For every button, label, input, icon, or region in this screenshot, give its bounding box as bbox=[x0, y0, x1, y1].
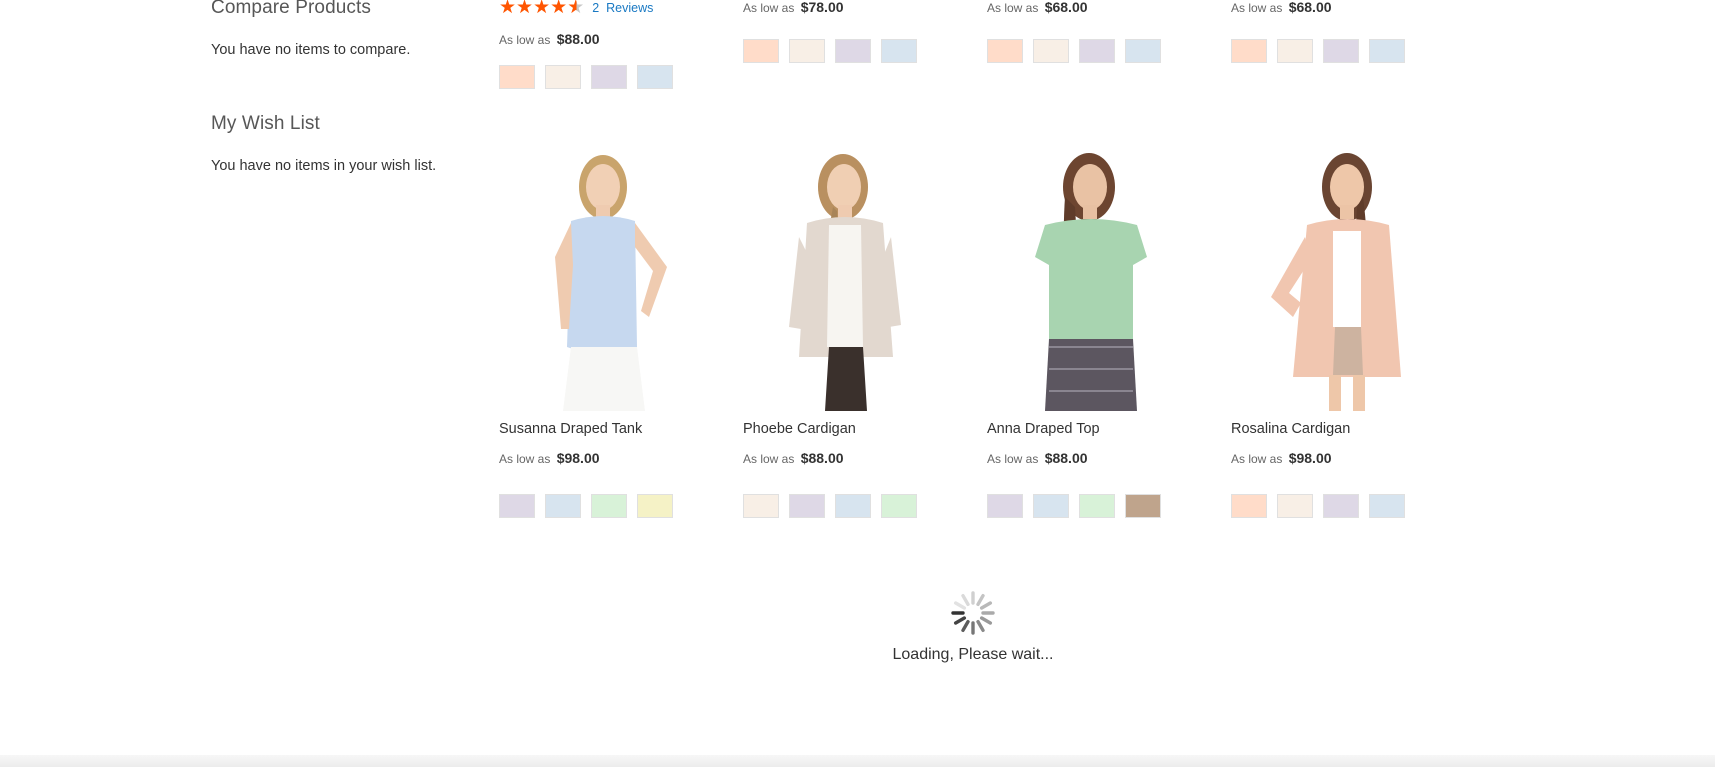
swatch-list bbox=[1231, 39, 1405, 63]
price-box: As low as $68.00 bbox=[1231, 0, 1405, 15]
color-swatch[interactable] bbox=[637, 494, 673, 518]
loading-message: Loading, Please wait... bbox=[892, 646, 1054, 663]
color-swatch[interactable] bbox=[789, 494, 825, 518]
rating-stars-icon: ★ ★ ★ ★ ★ bbox=[499, 0, 585, 18]
swatch-list bbox=[743, 494, 917, 518]
price-amount: $88.00 bbox=[800, 450, 844, 466]
price-box: As low as $98.00 bbox=[1231, 450, 1332, 466]
reviews-label: Reviews bbox=[606, 1, 654, 15]
product-name-link[interactable]: Phoebe Cardigan bbox=[743, 421, 856, 437]
spinner-icon bbox=[951, 591, 995, 635]
price-amount: $78.00 bbox=[800, 0, 844, 15]
product-card: Anna Draped Top As low as $88.00 bbox=[987, 147, 1192, 518]
color-swatch[interactable] bbox=[1323, 494, 1359, 518]
price-amount: $68.00 bbox=[1044, 0, 1088, 15]
price-box: As low as $88.00 bbox=[499, 31, 673, 47]
product-card: Rosalina Cardigan As low as $98.00 bbox=[1231, 147, 1436, 518]
product-name-link[interactable]: Rosalina Cardigan bbox=[1231, 421, 1350, 437]
page-footer-edge bbox=[0, 755, 1715, 767]
color-swatch[interactable] bbox=[835, 494, 871, 518]
product-image-link[interactable] bbox=[743, 147, 948, 411]
color-swatch[interactable] bbox=[591, 65, 627, 89]
price-box: As low as $98.00 bbox=[499, 450, 600, 466]
product-photo-anna bbox=[987, 147, 1192, 411]
reviews-link[interactable]: 2 Reviews bbox=[592, 1, 653, 15]
color-swatch[interactable] bbox=[499, 494, 535, 518]
price-amount: $98.00 bbox=[556, 450, 600, 466]
top-product-3: As low as $68.00 bbox=[987, 0, 1161, 63]
color-swatch[interactable] bbox=[1231, 39, 1267, 63]
color-swatch[interactable] bbox=[1079, 39, 1115, 63]
product-name-link[interactable]: Anna Draped Top bbox=[987, 421, 1100, 437]
product-image-link[interactable] bbox=[499, 147, 704, 411]
product-photo-rosalina bbox=[1231, 147, 1436, 411]
color-swatch[interactable] bbox=[743, 39, 779, 63]
price-prefix: As low as bbox=[499, 33, 551, 47]
color-swatch[interactable] bbox=[987, 494, 1023, 518]
color-swatch[interactable] bbox=[1033, 494, 1069, 518]
swatch-list bbox=[987, 494, 1161, 518]
color-swatch[interactable] bbox=[881, 39, 917, 63]
color-swatch[interactable] bbox=[499, 65, 535, 89]
color-swatch[interactable] bbox=[835, 39, 871, 63]
price-box: As low as $78.00 bbox=[743, 0, 917, 15]
price-amount: $88.00 bbox=[556, 31, 600, 47]
color-swatch[interactable] bbox=[545, 65, 581, 89]
price-prefix: As low as bbox=[1231, 1, 1283, 15]
price-box: As low as $68.00 bbox=[987, 0, 1161, 15]
top-product-4: As low as $68.00 bbox=[1231, 0, 1405, 63]
price-box: As low as $88.00 bbox=[743, 450, 844, 466]
rating-summary: ★ ★ ★ ★ ★ 2 Reviews bbox=[499, 0, 673, 17]
color-swatch[interactable] bbox=[1369, 494, 1405, 518]
price-prefix: As low as bbox=[987, 452, 1039, 466]
top-product-2: As low as $78.00 bbox=[743, 0, 917, 63]
product-name-link[interactable]: Susanna Draped Tank bbox=[499, 421, 642, 437]
product-photo-susanna bbox=[499, 147, 704, 411]
color-swatch[interactable] bbox=[1125, 494, 1161, 518]
wishlist-title: My Wish List bbox=[211, 113, 320, 134]
compare-empty-message: You have no items to compare. bbox=[211, 42, 411, 58]
color-swatch[interactable] bbox=[1369, 39, 1405, 63]
swatch-list bbox=[743, 39, 917, 63]
price-box: As low as $88.00 bbox=[987, 450, 1088, 466]
color-swatch[interactable] bbox=[1231, 494, 1267, 518]
swatch-list bbox=[499, 65, 673, 89]
price-amount: $88.00 bbox=[1044, 450, 1088, 466]
product-image-link[interactable] bbox=[1231, 147, 1436, 411]
color-swatch[interactable] bbox=[789, 39, 825, 63]
reviews-count: 2 bbox=[592, 1, 600, 15]
color-swatch[interactable] bbox=[1125, 39, 1161, 63]
loading-indicator: Loading, Please wait... bbox=[891, 590, 1055, 664]
compare-products-title: Compare Products bbox=[211, 0, 372, 18]
top-product-1: ★ ★ ★ ★ ★ 2 Reviews As low as $88.00 bbox=[499, 0, 673, 89]
color-swatch[interactable] bbox=[1323, 39, 1359, 63]
color-swatch[interactable] bbox=[1277, 39, 1313, 63]
color-swatch[interactable] bbox=[1277, 494, 1313, 518]
color-swatch[interactable] bbox=[987, 39, 1023, 63]
price-prefix: As low as bbox=[499, 452, 551, 466]
color-swatch[interactable] bbox=[1079, 494, 1115, 518]
color-swatch[interactable] bbox=[881, 494, 917, 518]
price-amount: $68.00 bbox=[1288, 0, 1332, 15]
color-swatch[interactable] bbox=[743, 494, 779, 518]
swatch-list bbox=[499, 494, 673, 518]
product-photo-phoebe bbox=[743, 147, 948, 411]
price-prefix: As low as bbox=[1231, 452, 1283, 466]
color-swatch[interactable] bbox=[591, 494, 627, 518]
color-swatch[interactable] bbox=[637, 65, 673, 89]
price-amount: $98.00 bbox=[1288, 450, 1332, 466]
product-card: Phoebe Cardigan As low as $88.00 bbox=[743, 147, 948, 518]
price-prefix: As low as bbox=[743, 452, 795, 466]
wishlist-empty-message: You have no items in your wish list. bbox=[211, 158, 437, 174]
swatch-list bbox=[1231, 494, 1405, 518]
product-card: Susanna Draped Tank As low as $98.00 bbox=[499, 147, 704, 518]
price-prefix: As low as bbox=[743, 1, 795, 15]
product-image-link[interactable] bbox=[987, 147, 1192, 411]
swatch-list bbox=[987, 39, 1161, 63]
color-swatch[interactable] bbox=[545, 494, 581, 518]
price-prefix: As low as bbox=[987, 1, 1039, 15]
color-swatch[interactable] bbox=[1033, 39, 1069, 63]
